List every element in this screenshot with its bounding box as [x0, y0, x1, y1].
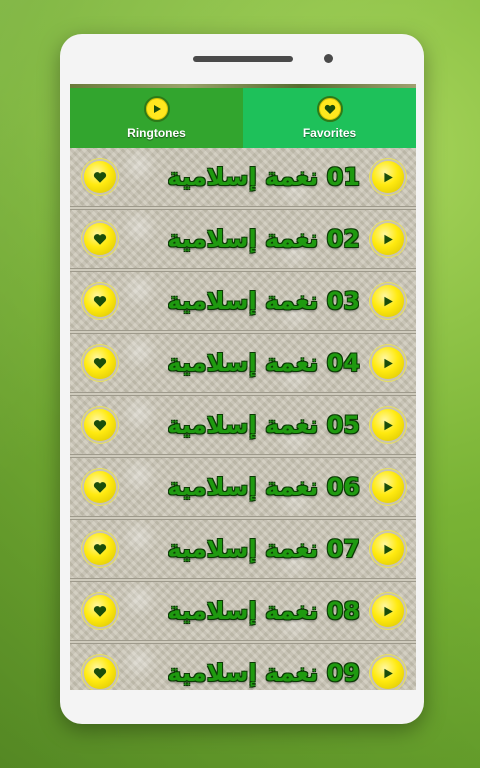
- ringtone-title: 02 نغمة إسلامية: [167, 225, 360, 253]
- heart-icon: [93, 419, 107, 431]
- play-button[interactable]: [372, 533, 404, 565]
- favorite-button[interactable]: [84, 285, 116, 317]
- list-item[interactable]: 07 نغمة إسلامية: [70, 519, 416, 579]
- play-button[interactable]: [372, 223, 404, 255]
- speaker-grille: [193, 56, 293, 62]
- play-icon: [384, 296, 393, 306]
- play-icon: [384, 420, 393, 430]
- favorite-button[interactable]: [84, 409, 116, 441]
- list-item[interactable]: 09 نغمة إسلامية: [70, 643, 416, 690]
- play-button[interactable]: [372, 657, 404, 689]
- tab-favorites[interactable]: Favorites: [243, 88, 416, 148]
- heart-icon: [93, 605, 107, 617]
- ringtone-title: 06 نغمة إسلامية: [167, 473, 360, 501]
- tab-bar: Ringtones Favorites: [70, 88, 416, 148]
- play-icon: [384, 668, 393, 678]
- favorite-button[interactable]: [84, 595, 116, 627]
- ringtone-list: 01 نغمة إسلامية 02 نغمة إسلامية 03 نغمة …: [70, 148, 416, 690]
- play-icon: [384, 482, 393, 492]
- ringtone-title: 01 نغمة إسلامية: [167, 163, 360, 191]
- list-item[interactable]: 02 نغمة إسلامية: [70, 209, 416, 269]
- favorite-button[interactable]: [84, 533, 116, 565]
- play-button[interactable]: [372, 595, 404, 627]
- favorite-button[interactable]: [84, 223, 116, 255]
- ringtone-title: 08 نغمة إسلامية: [167, 597, 360, 625]
- heart-icon: [93, 667, 107, 679]
- heart-icon: [93, 171, 107, 183]
- ringtone-title: 04 نغمة إسلامية: [167, 349, 360, 377]
- play-icon: [384, 234, 393, 244]
- heart-icon: [93, 233, 107, 245]
- play-button[interactable]: [372, 471, 404, 503]
- list-item[interactable]: 01 نغمة إسلامية: [70, 148, 416, 207]
- list-item[interactable]: 03 نغمة إسلامية: [70, 271, 416, 331]
- tab-ringtones-label: Ringtones: [127, 126, 186, 140]
- ringtone-title: 07 نغمة إسلامية: [167, 535, 360, 563]
- tab-ringtones[interactable]: Ringtones: [70, 88, 243, 148]
- favorite-button[interactable]: [84, 657, 116, 689]
- heart-icon: [93, 357, 107, 369]
- heart-icon: [93, 295, 107, 307]
- play-icon: [384, 544, 393, 554]
- favorite-button[interactable]: [84, 161, 116, 193]
- play-button[interactable]: [372, 285, 404, 317]
- play-button[interactable]: [372, 347, 404, 379]
- list-item[interactable]: 05 نغمة إسلامية: [70, 395, 416, 455]
- play-icon: [384, 606, 393, 616]
- tab-favorites-label: Favorites: [302, 126, 357, 140]
- heart-icon: [93, 481, 107, 493]
- heart-icon: [316, 96, 343, 122]
- ringtone-title: 09 نغمة إسلامية: [167, 659, 360, 687]
- list-item[interactable]: 08 نغمة إسلامية: [70, 581, 416, 641]
- ringtone-title: 03 نغمة إسلامية: [167, 287, 360, 315]
- app-screen: Ringtones Favorites 01 نغمة إسلامية 02 ن…: [70, 84, 416, 690]
- ringtone-title: 05 نغمة إسلامية: [167, 411, 360, 439]
- favorite-button[interactable]: [84, 347, 116, 379]
- heart-icon: [93, 543, 107, 555]
- play-button[interactable]: [372, 161, 404, 193]
- favorite-button[interactable]: [84, 471, 116, 503]
- list-item[interactable]: 04 نغمة إسلامية: [70, 333, 416, 393]
- play-icon: [143, 96, 170, 122]
- list-item[interactable]: 06 نغمة إسلامية: [70, 457, 416, 517]
- play-icon: [384, 172, 393, 182]
- play-icon: [384, 358, 393, 368]
- play-button[interactable]: [372, 409, 404, 441]
- front-camera: [324, 54, 333, 63]
